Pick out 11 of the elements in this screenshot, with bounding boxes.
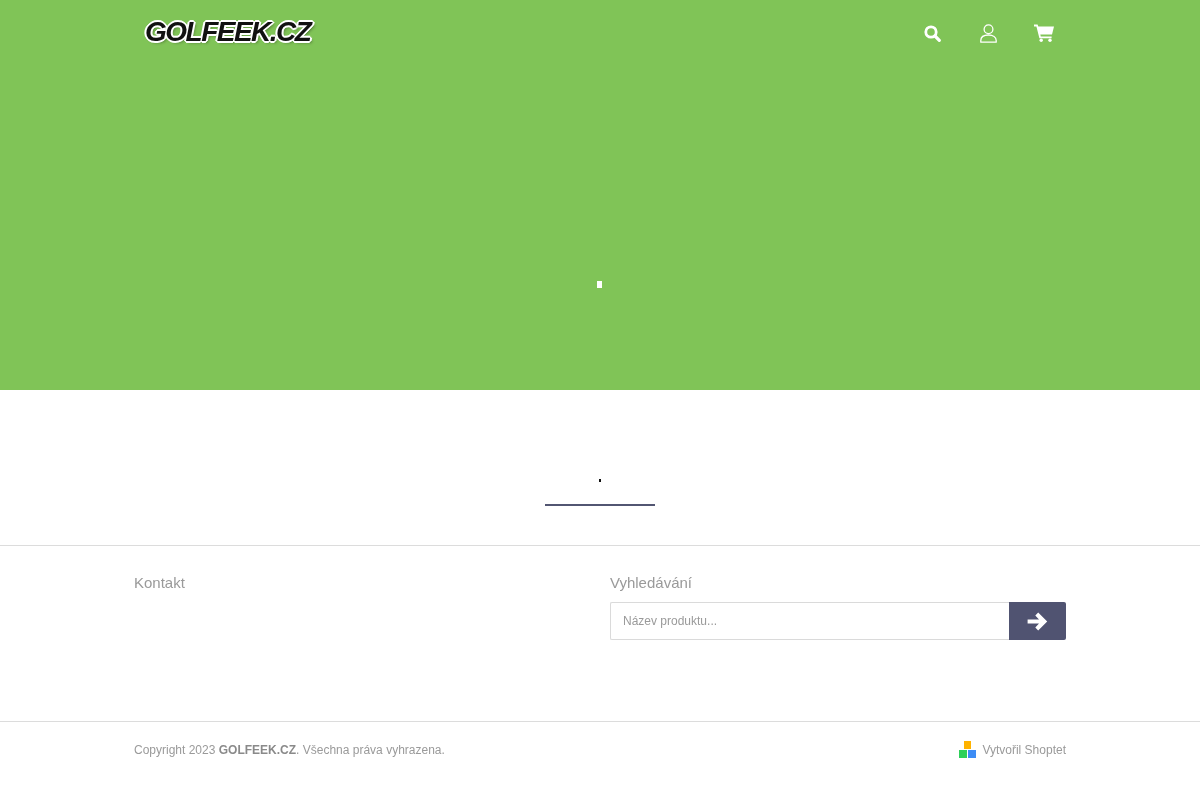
column-title: Vyhledávání: [610, 573, 693, 593]
column-title: Kontakt: [134, 573, 186, 593]
arrow-right-icon: [1027, 611, 1048, 631]
site-logo[interactable]: GOLFEEK.CZ: [142, 16, 314, 47]
search-icon[interactable]: [924, 24, 941, 42]
search-field[interactable]: Název produktu...: [610, 602, 1009, 640]
cart-icon[interactable]: [1034, 24, 1054, 42]
search-submit-button[interactable]: [1009, 602, 1066, 640]
copyright-text: Copyright 2023 GOLFEEK.CZ. Všechna práva vyhrazena.: [134, 741, 445, 758]
user-icon[interactable]: [980, 23, 997, 43]
squares-logo-icon: [959, 741, 977, 758]
